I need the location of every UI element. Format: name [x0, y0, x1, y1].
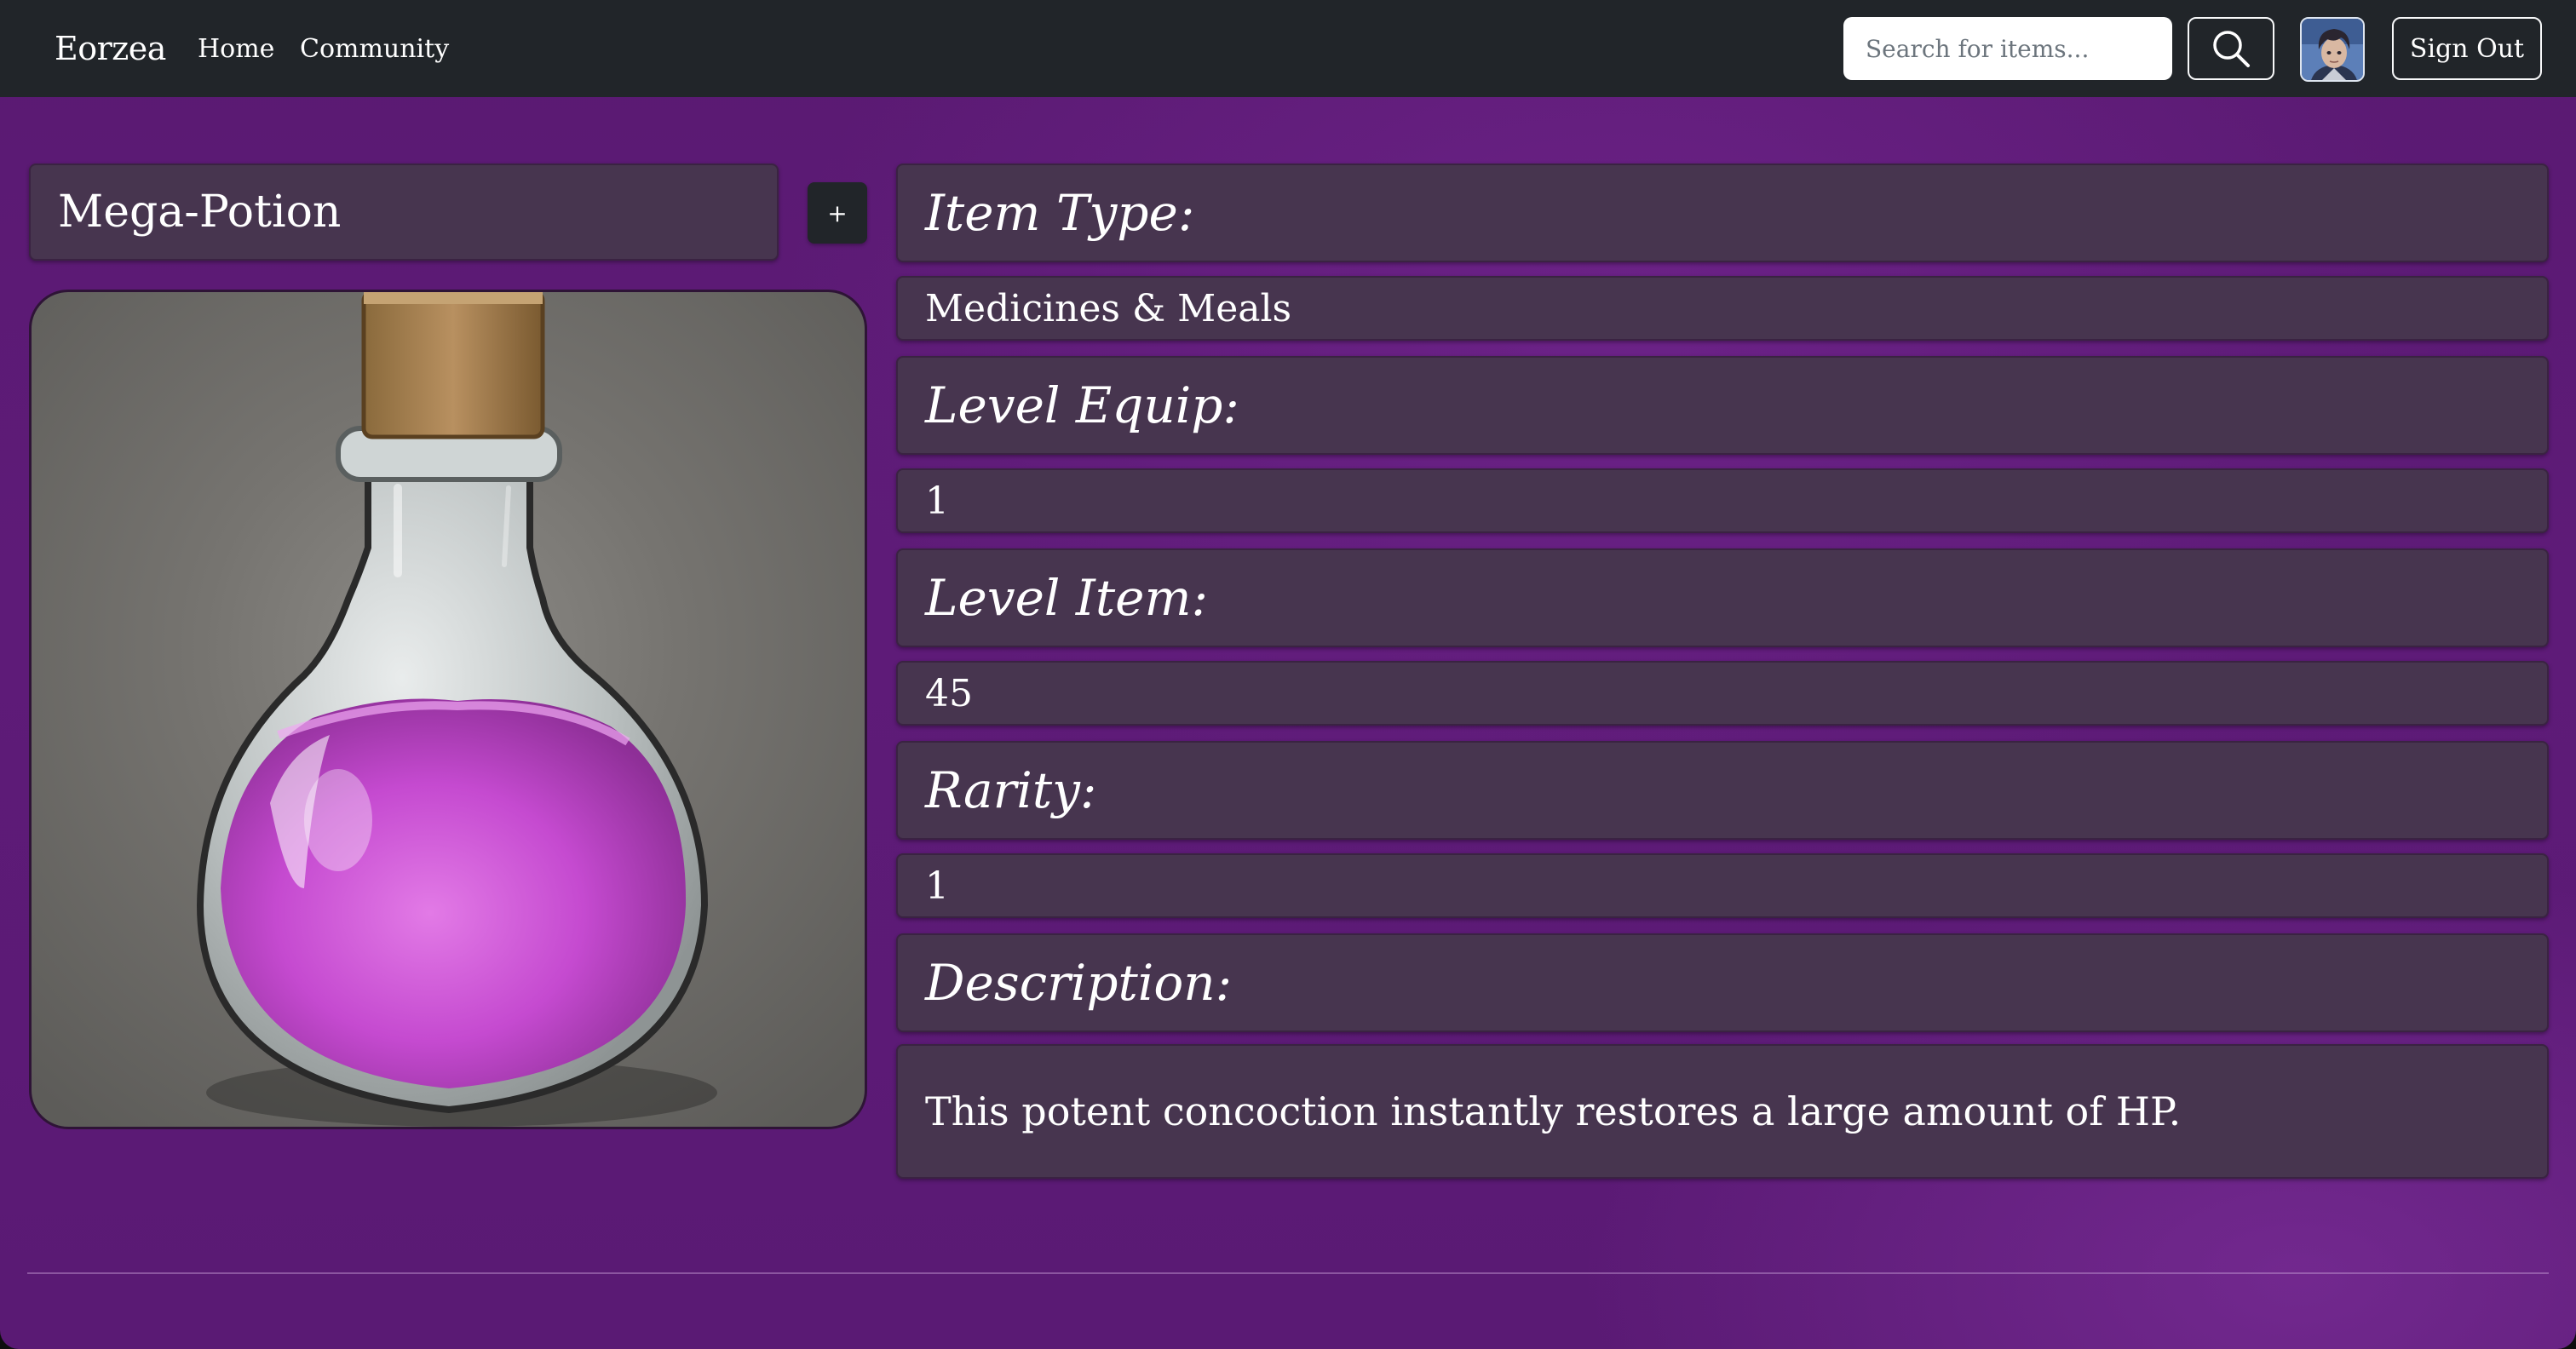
add-item-button[interactable]: +	[808, 182, 867, 244]
search-input[interactable]	[1843, 17, 2172, 80]
level-item-label: Level Item:	[925, 569, 1208, 627]
rarity-label-panel: Rarity:	[896, 741, 2549, 840]
description-value-panel: This potent concoction instantly restore…	[896, 1044, 2549, 1179]
level-equip-label: Level Equip:	[925, 376, 1239, 434]
level-item-value-panel: 45	[896, 661, 2549, 726]
sign-out-button[interactable]: Sign Out	[2392, 17, 2542, 80]
item-name: Mega-Potion	[58, 187, 342, 238]
item-image	[29, 290, 867, 1129]
user-avatar[interactable]	[2300, 17, 2365, 82]
description-value: This potent concoction instantly restore…	[925, 1088, 2182, 1134]
item-name-panel: Mega-Potion	[29, 164, 779, 261]
footer-divider	[27, 1272, 2549, 1274]
nav-link-community[interactable]: Community	[300, 0, 449, 97]
description-label: Description:	[925, 954, 1233, 1012]
mega-potion-flask-icon	[196, 292, 717, 1127]
avatar-portrait-icon	[2302, 19, 2363, 80]
search-button[interactable]	[2188, 17, 2274, 80]
item-type-value: Medicines & Meals	[925, 286, 1292, 330]
plus-icon: +	[827, 198, 848, 227]
description-label-panel: Description:	[896, 933, 2549, 1032]
brand-link[interactable]: Eorzea	[55, 0, 166, 97]
level-item-value: 45	[925, 671, 973, 715]
page-frame: Eorzea Home Community Sign Out	[0, 0, 2576, 1349]
level-equip-value-panel: 1	[896, 468, 2549, 533]
level-item-label-panel: Level Item:	[896, 548, 2549, 647]
navbar: Eorzea Home Community Sign Out	[0, 0, 2576, 97]
rarity-label: Rarity:	[925, 761, 1097, 819]
level-equip-value: 1	[925, 479, 949, 523]
rarity-value: 1	[925, 864, 949, 908]
item-type-label-panel: Item Type:	[896, 164, 2549, 262]
search-icon	[2213, 31, 2250, 67]
nav-link-home[interactable]: Home	[198, 0, 274, 97]
item-type-value-panel: Medicines & Meals	[896, 276, 2549, 341]
rarity-value-panel: 1	[896, 853, 2549, 918]
item-type-label: Item Type:	[925, 184, 1195, 242]
level-equip-label-panel: Level Equip:	[896, 356, 2549, 455]
